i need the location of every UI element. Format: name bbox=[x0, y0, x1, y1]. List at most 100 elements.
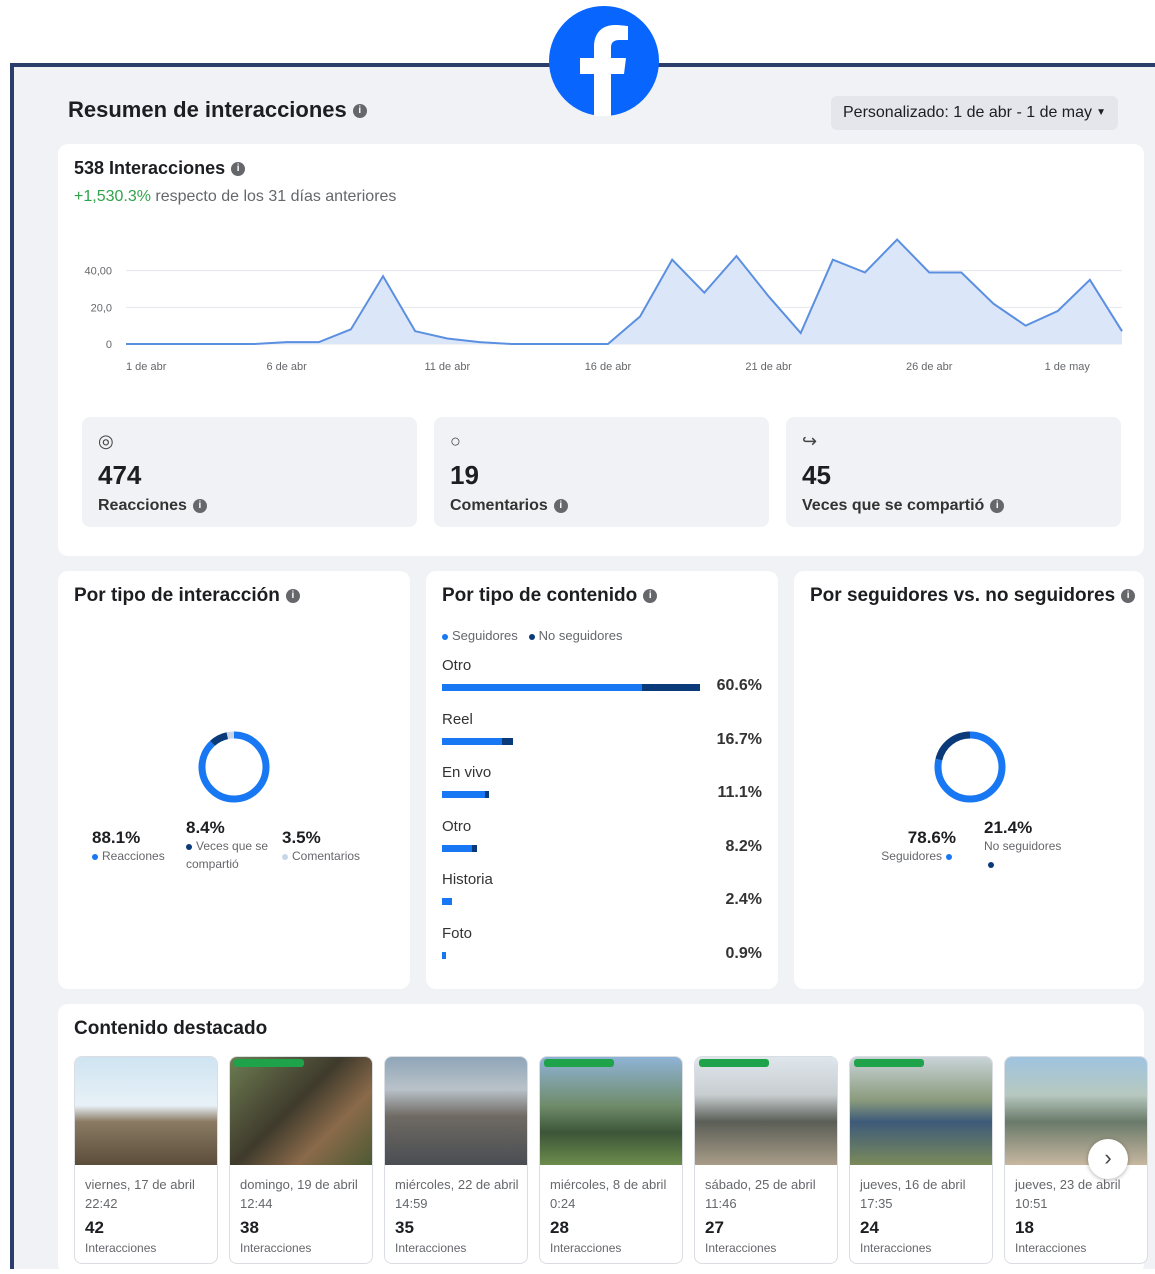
content-pct: 0.9% bbox=[702, 945, 762, 963]
post-thumbnail bbox=[75, 1057, 217, 1165]
interactions-summary-card: 538 Interaccionesi +1,530.3% respecto de… bbox=[58, 144, 1144, 556]
post-count: 28 bbox=[550, 1218, 569, 1238]
info-icon[interactable]: i bbox=[990, 499, 1004, 513]
dashboard-frame: Resumen de interaccionesi Personalizado:… bbox=[10, 63, 1155, 1269]
post-count-label: Interacciones bbox=[550, 1241, 621, 1255]
content-bar-row[interactable]: En vivo 11.1% bbox=[442, 764, 762, 818]
stat-value: 45 bbox=[802, 460, 831, 491]
x-tick-label: 1 de abr bbox=[126, 361, 167, 373]
info-icon[interactable]: i bbox=[193, 499, 207, 513]
info-icon[interactable]: i bbox=[643, 589, 657, 603]
post-thumbnail bbox=[540, 1057, 682, 1165]
info-icon[interactable]: i bbox=[353, 104, 367, 118]
interactions-area-chart: 40,0020,001 de abr6 de abr11 de abr16 de… bbox=[58, 224, 1144, 404]
content-type-label: En vivo bbox=[442, 764, 491, 781]
legend-dot bbox=[988, 862, 994, 868]
x-tick-label: 1 de may bbox=[1045, 361, 1091, 373]
content-pct: 8.2% bbox=[702, 838, 762, 856]
featured-post[interactable]: viernes, 17 de abril 22:42 42 Interaccio… bbox=[74, 1056, 218, 1264]
date-range-selector[interactable]: Personalizado: 1 de abr - 1 de may▼ bbox=[831, 96, 1118, 130]
content-bar bbox=[442, 898, 452, 905]
post-count-label: Interacciones bbox=[1015, 1241, 1086, 1255]
content-type-label: Reel bbox=[442, 711, 473, 728]
stat-value: 474 bbox=[98, 460, 141, 491]
caret-down-icon: ▼ bbox=[1096, 96, 1106, 130]
x-tick-label: 11 de abr bbox=[424, 361, 470, 373]
content-pct: 11.1% bbox=[702, 784, 762, 802]
stat-share[interactable]: ↪ 45 Veces que se compartiói bbox=[786, 417, 1121, 527]
by-content-card: Por tipo de contenidoi Seguidores No seg… bbox=[426, 571, 778, 989]
post-thumbnail bbox=[385, 1057, 527, 1165]
y-tick-label: 0 bbox=[106, 339, 112, 351]
info-icon[interactable]: i bbox=[286, 589, 300, 603]
non-followers-bar-segment bbox=[502, 738, 513, 745]
post-count: 38 bbox=[240, 1218, 259, 1238]
featured-post[interactable]: miércoles, 8 de abril 0:24 28 Interaccio… bbox=[539, 1056, 683, 1264]
legend-dot bbox=[92, 854, 98, 860]
post-count: 27 bbox=[705, 1218, 724, 1238]
x-tick-label: 6 de abr bbox=[266, 361, 307, 373]
share-icon: ↪ bbox=[802, 431, 817, 452]
donut-legend-item: 78.6%Seguidores bbox=[876, 829, 956, 865]
content-bar-row[interactable]: Otro 8.2% bbox=[442, 818, 762, 872]
content-bar-row[interactable]: Reel 16.7% bbox=[442, 711, 762, 765]
stat-label: Comentariosi bbox=[450, 497, 568, 515]
by-interaction-card: Por tipo de interaccióni 88.1%Reacciones… bbox=[58, 571, 410, 989]
followers-donut-chart bbox=[932, 729, 1008, 805]
post-badge bbox=[854, 1059, 924, 1067]
content-type-label: Otro bbox=[442, 818, 471, 835]
interaction-donut-chart bbox=[196, 729, 272, 805]
featured-post[interactable]: miércoles, 22 de abril 14:59 35 Interacc… bbox=[384, 1056, 528, 1264]
post-date: miércoles, 22 de abril 14:59 bbox=[395, 1175, 523, 1213]
non-followers-bar-segment bbox=[642, 684, 700, 691]
change-text: +1,530.3% respecto de los 31 días anteri… bbox=[74, 188, 396, 206]
content-bar-row[interactable]: Otro 60.6% bbox=[442, 657, 762, 711]
area-fill bbox=[126, 240, 1122, 345]
post-thumbnail bbox=[850, 1057, 992, 1165]
content-bar-row[interactable]: Historia 2.4% bbox=[442, 871, 762, 925]
content-pct: 2.4% bbox=[702, 891, 762, 909]
featured-post[interactable]: domingo, 19 de abril 12:44 38 Interaccio… bbox=[229, 1056, 373, 1264]
post-thumbnail bbox=[695, 1057, 837, 1165]
info-icon[interactable]: i bbox=[1121, 589, 1135, 603]
by-followers-card: Por seguidores vs. no seguidoresi 78.6%S… bbox=[794, 571, 1144, 989]
followers-bar-segment bbox=[442, 898, 452, 905]
content-bar bbox=[442, 952, 446, 959]
stat-comment[interactable]: ○ 19 Comentariosi bbox=[434, 417, 769, 527]
info-icon[interactable]: i bbox=[231, 162, 245, 176]
legend-dot bbox=[946, 854, 952, 860]
featured-post[interactable]: jueves, 16 de abril 17:35 24 Interaccion… bbox=[849, 1056, 993, 1264]
stat-reactions[interactable]: ◎ 474 Reaccionesi bbox=[82, 417, 417, 527]
by-interaction-title: Por tipo de interaccióni bbox=[74, 585, 300, 607]
non-followers-bar-segment bbox=[472, 845, 477, 852]
content-bar-row[interactable]: Foto 0.9% bbox=[442, 925, 762, 979]
comment-icon: ○ bbox=[450, 431, 461, 452]
content-bar bbox=[442, 738, 513, 745]
donut-legend-item: 8.4%Veces que se compartió bbox=[186, 819, 282, 873]
featured-content-card: Contenido destacado viernes, 17 de abril… bbox=[58, 1004, 1144, 1274]
facebook-logo-icon bbox=[549, 6, 659, 116]
followers-bar-segment bbox=[442, 684, 642, 691]
next-arrow-button[interactable]: › bbox=[1088, 1139, 1128, 1179]
featured-post[interactable]: sábado, 25 de abril 11:46 27 Interaccion… bbox=[694, 1056, 838, 1264]
post-count: 42 bbox=[85, 1218, 104, 1238]
reactions-icon: ◎ bbox=[98, 431, 114, 452]
post-badge bbox=[544, 1059, 614, 1067]
post-badge bbox=[234, 1059, 304, 1067]
followers-bar-segment bbox=[442, 952, 446, 959]
stat-value: 19 bbox=[450, 460, 479, 491]
info-icon[interactable]: i bbox=[554, 499, 568, 513]
followers-dot bbox=[442, 634, 448, 640]
non-followers-bar-segment bbox=[485, 791, 490, 798]
content-type-label: Historia bbox=[442, 871, 493, 888]
post-date: domingo, 19 de abril 12:44 bbox=[240, 1175, 368, 1213]
y-tick-label: 40,00 bbox=[84, 266, 112, 278]
post-count: 18 bbox=[1015, 1218, 1034, 1238]
post-count-label: Interacciones bbox=[240, 1241, 311, 1255]
by-content-title: Por tipo de contenidoi bbox=[442, 585, 657, 607]
non-followers-dot bbox=[529, 634, 535, 640]
followers-bar-segment bbox=[442, 845, 472, 852]
y-tick-label: 20,0 bbox=[91, 302, 112, 314]
stat-label: Reaccionesi bbox=[98, 497, 207, 515]
stat-label: Veces que se compartiói bbox=[802, 497, 1004, 515]
